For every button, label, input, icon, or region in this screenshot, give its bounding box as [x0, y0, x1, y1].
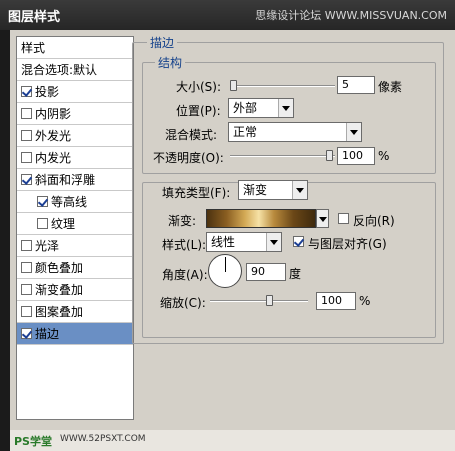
style-item-label: 渐变叠加: [35, 283, 84, 297]
inner-glow-checkbox[interactable]: [21, 152, 32, 163]
style-item-bevel-emboss[interactable]: 斜面和浮雕: [17, 169, 133, 191]
opacity-slider-thumb[interactable]: [326, 150, 333, 161]
style-item-label: 内阴影: [35, 107, 72, 121]
style-item-stroke[interactable]: 描边: [17, 323, 133, 345]
chevron-down-icon: [292, 181, 307, 199]
style-item-label: 投影: [35, 85, 60, 99]
style-item-pattern-overlay[interactable]: 图案叠加: [17, 301, 133, 323]
watermark-text: 思缘设计论坛 WWW.MISSVUAN.COM: [255, 9, 447, 22]
blend-options-label: 混合选项:默认: [21, 63, 98, 77]
contour-checkbox[interactable]: [37, 196, 48, 207]
chevron-down-icon: [278, 99, 293, 117]
title-bar: 图层样式 思缘设计论坛 WWW.MISSVUAN.COM: [0, 0, 455, 30]
styles-header-label: 样式: [21, 41, 46, 55]
scale-slider-track[interactable]: [210, 300, 308, 302]
style-item-label: 纹理: [51, 217, 76, 231]
scale-unit: %: [359, 294, 371, 308]
style-item-label: 等高线: [51, 195, 88, 209]
size-input[interactable]: 5: [337, 76, 375, 94]
size-slider-track[interactable]: [230, 85, 335, 87]
drop-shadow-checkbox[interactable]: [21, 86, 32, 97]
gradient-overlay-checkbox[interactable]: [21, 284, 32, 295]
style-item-drop-shadow[interactable]: 投影: [17, 81, 133, 103]
scale-input[interactable]: 100: [316, 292, 356, 310]
window-title: 图层样式: [8, 10, 61, 25]
position-value: 外部: [233, 101, 258, 115]
fill-type-value: 渐变: [243, 183, 268, 197]
angle-dial[interactable]: [208, 254, 242, 288]
inner-shadow-checkbox[interactable]: [21, 108, 32, 119]
opacity-slider-track[interactable]: [230, 155, 335, 157]
angle-input[interactable]: 90: [246, 263, 286, 281]
angle-unit: 度: [289, 267, 302, 281]
style-item-outer-glow[interactable]: 外发光: [17, 125, 133, 147]
opacity-input[interactable]: 100: [337, 147, 375, 165]
layer-style-dialog: 样式 混合选项:默认 投影 内阴影 外发光 内发光 斜面和浮雕 等高线 纹理 光…: [10, 30, 455, 451]
stroke-section-title: 描边: [147, 34, 178, 51]
gradient-picker-button[interactable]: [316, 209, 329, 228]
blend-options-item[interactable]: 混合选项:默认: [17, 59, 133, 81]
style-item-contour[interactable]: 等高线: [17, 191, 133, 213]
style-item-inner-glow[interactable]: 内发光: [17, 147, 133, 169]
footer-brand: PS学堂: [14, 435, 52, 448]
gradient-style-value: 线性: [211, 235, 236, 249]
blend-mode-label: 混合模式:: [165, 128, 218, 142]
opacity-unit: %: [378, 149, 390, 163]
gradient-style-label: 样式(L):: [162, 238, 207, 252]
gradient-swatch[interactable]: [206, 209, 316, 228]
angle-label: 角度(A):: [162, 268, 208, 282]
align-with-layer-checkbox[interactable]: [293, 236, 304, 247]
chevron-down-icon: [266, 233, 281, 251]
bevel-emboss-checkbox[interactable]: [21, 174, 32, 185]
gradient-label: 渐变:: [168, 214, 197, 228]
style-item-color-overlay[interactable]: 颜色叠加: [17, 257, 133, 279]
blend-mode-select[interactable]: 正常: [228, 122, 362, 142]
size-slider-thumb[interactable]: [230, 80, 237, 91]
fill-type-select[interactable]: 渐变: [238, 180, 308, 200]
align-with-layer-label: 与图层对齐(G): [308, 237, 387, 251]
outer-glow-checkbox[interactable]: [21, 130, 32, 141]
texture-checkbox[interactable]: [37, 218, 48, 229]
angle-dial-hand: [225, 257, 226, 272]
styles-list: 样式 混合选项:默认 投影 内阴影 外发光 内发光 斜面和浮雕 等高线 纹理 光…: [16, 36, 134, 420]
gradient-style-select[interactable]: 线性: [206, 232, 282, 252]
size-label: 大小(S):: [176, 80, 222, 94]
blend-mode-value: 正常: [233, 125, 258, 139]
opacity-label: 不透明度(O):: [153, 151, 224, 165]
satin-checkbox[interactable]: [21, 240, 32, 251]
structure-title: 结构: [155, 54, 186, 71]
stroke-checkbox[interactable]: [21, 328, 32, 339]
style-item-label: 外发光: [35, 129, 72, 143]
fill-group: [142, 182, 436, 338]
style-item-texture[interactable]: 纹理: [17, 213, 133, 235]
style-item-inner-shadow[interactable]: 内阴影: [17, 103, 133, 125]
style-item-label: 颜色叠加: [35, 261, 84, 275]
style-item-label: 斜面和浮雕: [35, 173, 96, 187]
fill-type-label: 填充类型(F):: [162, 186, 231, 200]
chevron-down-icon: [346, 123, 361, 141]
style-item-label: 光泽: [35, 239, 60, 253]
style-item-label: 图案叠加: [35, 305, 84, 319]
style-item-label: 内发光: [35, 151, 72, 165]
reverse-label: 反向(R): [353, 214, 395, 228]
style-item-label: 描边: [35, 327, 60, 341]
position-label: 位置(P):: [176, 104, 221, 118]
scale-slider-thumb[interactable]: [266, 295, 273, 306]
color-overlay-checkbox[interactable]: [21, 262, 32, 273]
style-item-satin[interactable]: 光泽: [17, 235, 133, 257]
size-unit: 像素: [378, 80, 403, 94]
styles-header[interactable]: 样式: [17, 37, 133, 59]
scale-label: 缩放(C):: [160, 296, 206, 310]
style-item-gradient-overlay[interactable]: 渐变叠加: [17, 279, 133, 301]
footer-bar: PS学堂 WWW.52PSXT.COM: [10, 430, 455, 451]
reverse-checkbox[interactable]: [338, 213, 349, 224]
pattern-overlay-checkbox[interactable]: [21, 306, 32, 317]
position-select[interactable]: 外部: [228, 98, 294, 118]
footer-site: WWW.52PSXT.COM: [60, 434, 146, 444]
